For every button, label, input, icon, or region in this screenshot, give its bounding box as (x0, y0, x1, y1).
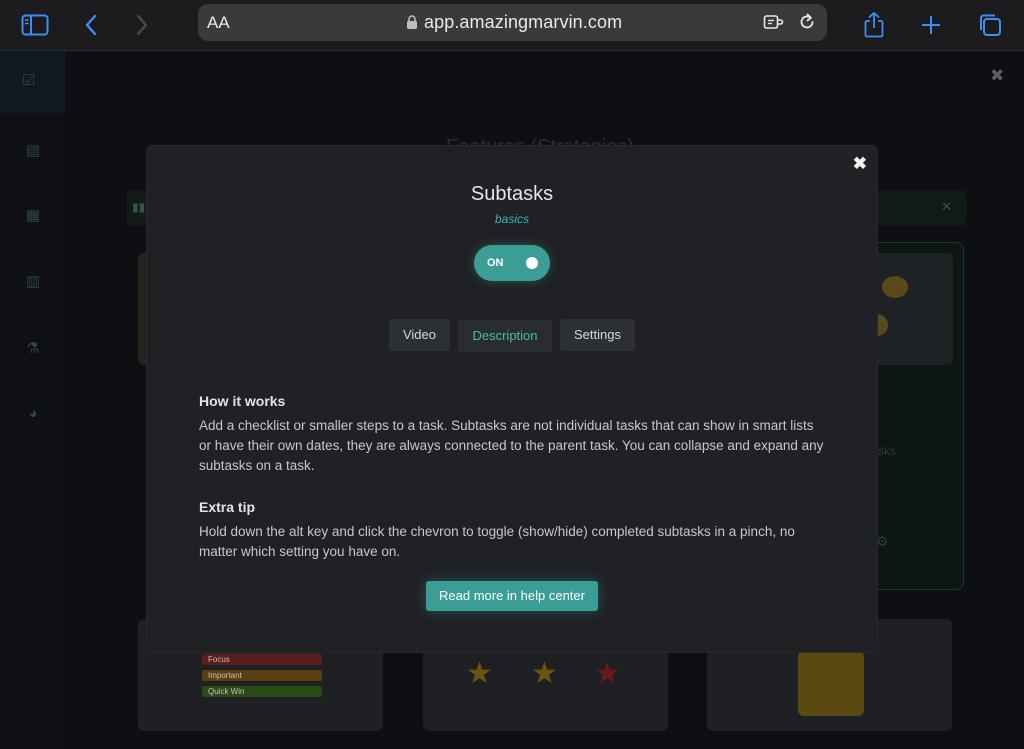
address-bar[interactable]: AA app.amazingmarvin.com (198, 4, 827, 41)
browser-toolbar: AA app.amazingmarvin.com (0, 0, 1024, 51)
dashboard-icon: ◕ (28, 405, 38, 422)
flask-icon: ⚗ (26, 340, 40, 357)
help-center-button[interactable]: Read more in help center (426, 581, 598, 611)
extensions-icon[interactable] (763, 13, 785, 36)
feature-toggle[interactable]: ON (474, 245, 550, 281)
section-body: Add a checklist or smaller steps to a ta… (199, 418, 824, 473)
new-tab-icon[interactable] (915, 9, 947, 41)
feature-modal: ✖ Subtasks basics ON Video Description S… (147, 146, 877, 652)
section-heading: Extra tip (199, 499, 256, 515)
tag-important: Important (202, 670, 322, 681)
bar-chart-icon: ▥ (25, 273, 41, 290)
lock-icon (406, 15, 418, 35)
note-icon: ▤ (25, 142, 41, 159)
modal-category: basics (494, 212, 529, 226)
toggle-knob (526, 257, 538, 269)
tab-settings[interactable]: Settings (560, 319, 635, 351)
rail-item-tasks[interactable]: ☑ (0, 51, 66, 113)
share-icon[interactable] (858, 9, 890, 41)
banner-close-icon[interactable]: ✕ (941, 199, 952, 215)
tag-focus: Focus (202, 654, 322, 665)
star-icon: ★ (531, 657, 558, 690)
tab-description[interactable]: Description (458, 320, 552, 352)
rail-item-strategies[interactable]: ◕ (22, 405, 44, 427)
close-icon[interactable]: ✖ (853, 154, 867, 174)
toggle-label: ON (487, 257, 504, 269)
url-text: app.amazingmarvin.com (424, 12, 623, 32)
app-sidebar: ☑ ▤ ▦ ▥ ⚗ ◕ (0, 51, 66, 749)
tag-quick-win: Quick Win (202, 686, 322, 697)
tabs-overview-icon[interactable] (974, 9, 1006, 41)
star-icon: ★ (466, 657, 493, 690)
tab-video[interactable]: Video (389, 319, 450, 351)
rail-item-calendar[interactable]: ▦ (22, 206, 44, 228)
rail-item-stats[interactable]: ▥ (22, 272, 44, 294)
calendar-icon: ▦ (25, 207, 41, 224)
section-heading: How it works (199, 393, 286, 409)
back-icon[interactable] (75, 9, 107, 41)
reload-icon[interactable] (797, 12, 817, 37)
gear-icon[interactable]: ⚙ (876, 533, 889, 550)
chick-image (882, 276, 908, 298)
section-body: Hold down the alt key and click the chev… (199, 524, 795, 559)
checklist-icon: ☑ (22, 72, 36, 89)
forward-icon[interactable] (126, 9, 158, 41)
star-icon: ★ (594, 657, 621, 690)
rail-item-notes[interactable]: ▤ (22, 141, 44, 163)
background-card-text: sks. (878, 444, 900, 458)
sidebar-toggle-icon[interactable] (19, 9, 51, 41)
modal-title: Subtasks (470, 183, 554, 205)
rail-item-labs[interactable]: ⚗ (22, 339, 44, 361)
text-size-button[interactable]: AA (207, 13, 230, 33)
page-close-icon[interactable]: ✖ (990, 66, 1004, 86)
